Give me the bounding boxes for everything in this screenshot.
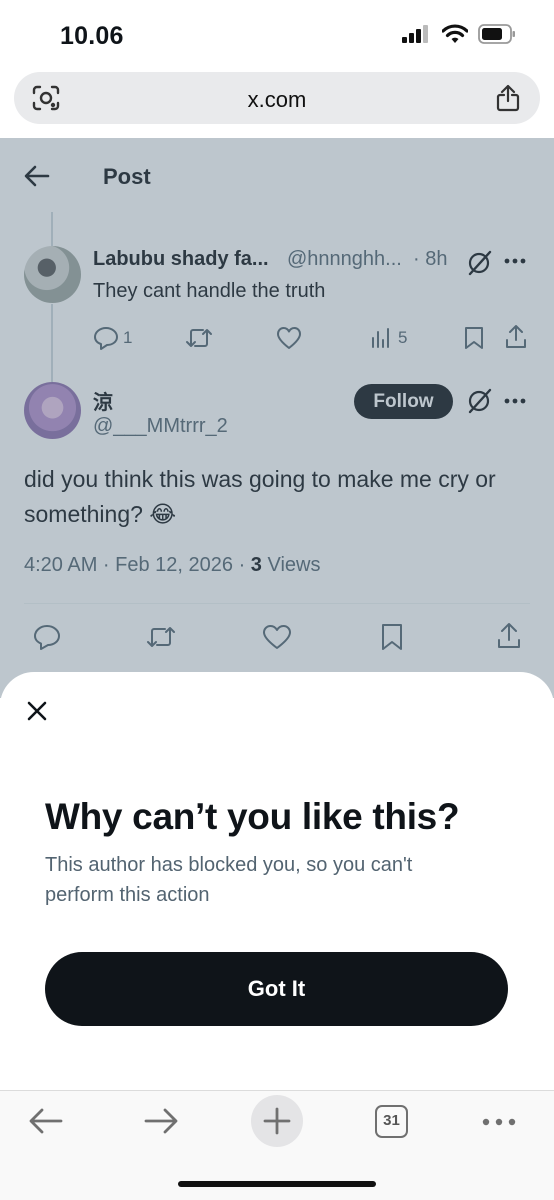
status-bar: 10.06	[0, 0, 554, 68]
close-icon[interactable]	[26, 700, 48, 722]
home-indicator[interactable]	[178, 1181, 376, 1187]
sheet-title: Why can’t you like this?	[45, 796, 460, 837]
signal-icon	[402, 25, 428, 43]
address-bar[interactable]: x.com	[14, 72, 540, 124]
browser-address-area: x.com	[0, 68, 554, 138]
battery-icon	[478, 24, 515, 44]
blocked-bottom-sheet: Why can’t you like this? This author has…	[0, 672, 554, 1090]
more-icon[interactable]	[482, 1118, 516, 1126]
plus-icon	[263, 1107, 291, 1135]
new-tab-button[interactable]	[251, 1095, 303, 1147]
tab-switcher-button[interactable]: 31	[375, 1105, 408, 1138]
browser-toolbar: 31	[0, 1090, 554, 1200]
status-icons	[402, 24, 516, 44]
share-icon[interactable]	[496, 84, 520, 112]
got-it-button[interactable]: Got It	[45, 952, 508, 1026]
modal-backdrop[interactable]	[0, 138, 554, 698]
forward-arrow-icon[interactable]	[143, 1107, 179, 1135]
url-text[interactable]: x.com	[14, 87, 540, 113]
status-time: 10.06	[60, 22, 124, 50]
sheet-message: This author has blocked you, so you can'…	[45, 854, 413, 906]
back-arrow-icon[interactable]	[28, 1107, 64, 1135]
wifi-icon	[442, 24, 468, 43]
